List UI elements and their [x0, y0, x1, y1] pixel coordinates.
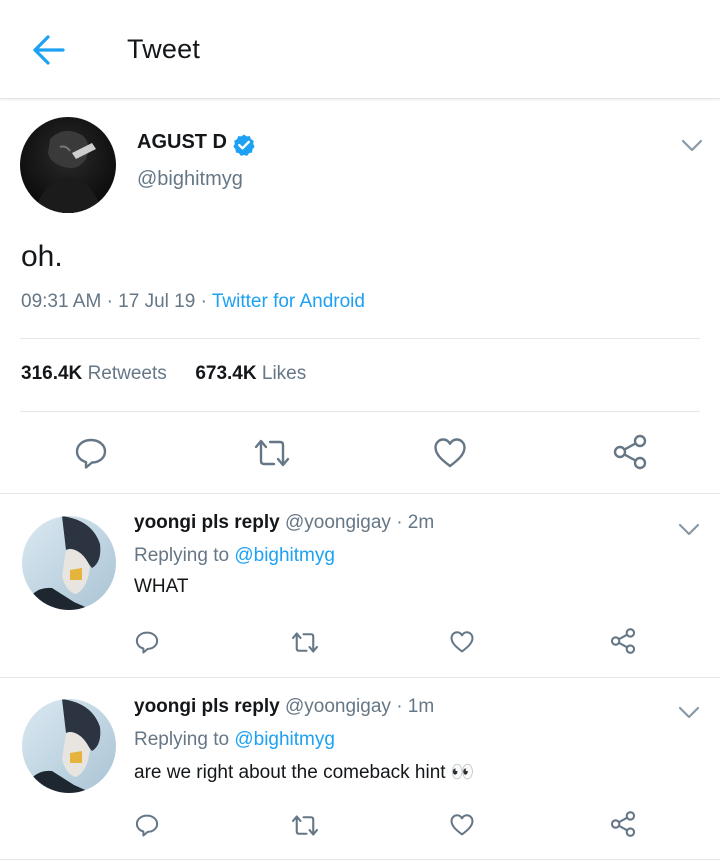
author-avatar[interactable]: [20, 117, 116, 213]
reply-avatar[interactable]: [22, 699, 116, 793]
reply-bubble-icon: [135, 814, 159, 837]
reply-options-button[interactable]: [678, 706, 700, 720]
divider: [0, 677, 720, 678]
replying-to: Replying to @bighitmyg: [134, 545, 335, 567]
likes-stat[interactable]: 673.4K Likes: [195, 363, 306, 384]
reply-time: 2m: [407, 512, 435, 533]
chevron-down-icon: [678, 523, 700, 536]
tweet-stats: 316.4K Retweets 673.4K Likes: [21, 363, 306, 385]
page-title: Tweet: [127, 34, 201, 64]
tweet-meta: 09:31 AM · 17 Jul 19 · Twitter for Andro…: [21, 291, 365, 313]
tweet-text: oh.: [21, 240, 63, 273]
arrow-left-icon: [33, 35, 65, 65]
retweet-icon: [291, 815, 319, 836]
tweet-source-link[interactable]: Twitter for Android: [212, 291, 365, 312]
reply-bubble-icon: [135, 631, 159, 654]
avatar-image: [20, 117, 116, 213]
retweet-icon: [291, 632, 319, 653]
meta-separator: ·: [200, 291, 207, 312]
meta-separator: ·: [106, 291, 113, 312]
reply-text: WHAT: [134, 576, 189, 597]
tweet-options-button[interactable]: [681, 139, 703, 153]
heart-icon: [434, 438, 466, 468]
share-icon: [610, 811, 636, 837]
share-icon: [610, 628, 636, 654]
reply-avatar[interactable]: [22, 516, 116, 610]
share-button[interactable]: [609, 810, 637, 838]
retweet-icon: [254, 439, 290, 467]
likes-label: Likes: [261, 363, 307, 384]
divider: [20, 338, 700, 339]
reply-author-name[interactable]: yoongi pls reply: [134, 696, 280, 717]
author-handle[interactable]: @bighitmyg: [137, 168, 243, 191]
replying-prefix: Replying to: [134, 729, 230, 750]
replying-to-mention[interactable]: @bighitmyg: [234, 729, 335, 750]
reply-text: are we right about the comeback hint 👀: [134, 762, 475, 783]
reply-button[interactable]: [134, 629, 160, 655]
reply-button[interactable]: [73, 435, 109, 471]
reply-options-button[interactable]: [678, 523, 700, 537]
divider: [0, 859, 720, 860]
like-button[interactable]: [449, 629, 475, 655]
reply-author-name[interactable]: yoongi pls reply: [134, 512, 280, 533]
replying-to: Replying to @bighitmyg: [134, 729, 335, 751]
replying-prefix: Replying to: [134, 545, 230, 566]
heart-icon: [450, 814, 474, 836]
meta-separator: ·: [396, 512, 403, 533]
app-header: Tweet: [0, 0, 720, 99]
reply-author-handle[interactable]: @yoongigay: [285, 512, 391, 533]
likes-count: 673.4K: [195, 363, 257, 384]
verified-badge-icon: [232, 133, 256, 157]
reply-button[interactable]: [134, 812, 160, 838]
heart-icon: [450, 631, 474, 653]
share-button[interactable]: [611, 433, 649, 471]
divider: [20, 411, 700, 412]
share-icon: [613, 434, 647, 470]
tweet-time: 09:31 AM: [21, 291, 102, 312]
reply-header: yoongi pls reply @yoongigay · 2m: [134, 512, 434, 534]
author-name[interactable]: AGUST D: [137, 131, 227, 154]
replying-to-mention[interactable]: @bighitmyg: [234, 545, 335, 566]
reply-bubble-icon: [75, 438, 107, 469]
reply-author-handle[interactable]: @yoongigay: [285, 696, 391, 717]
like-button[interactable]: [449, 812, 475, 838]
share-button[interactable]: [609, 627, 637, 655]
retweet-button[interactable]: [290, 629, 320, 656]
back-button[interactable]: [30, 32, 70, 68]
like-button[interactable]: [432, 435, 468, 471]
retweet-button[interactable]: [252, 435, 292, 471]
reply-header: yoongi pls reply @yoongigay · 1m: [134, 696, 434, 718]
chevron-down-icon: [678, 706, 700, 719]
divider: [0, 493, 720, 494]
retweets-stat[interactable]: 316.4K Retweets: [21, 363, 167, 384]
retweets-label: Retweets: [87, 363, 167, 384]
chevron-down-icon: [681, 139, 703, 152]
tweet-date: 17 Jul 19: [118, 291, 196, 312]
retweets-count: 316.4K: [21, 363, 83, 384]
avatar-image: [22, 516, 116, 610]
retweet-button[interactable]: [290, 812, 320, 839]
avatar-image: [22, 699, 116, 793]
meta-separator: ·: [396, 696, 403, 717]
reply-time: 1m: [407, 696, 435, 717]
